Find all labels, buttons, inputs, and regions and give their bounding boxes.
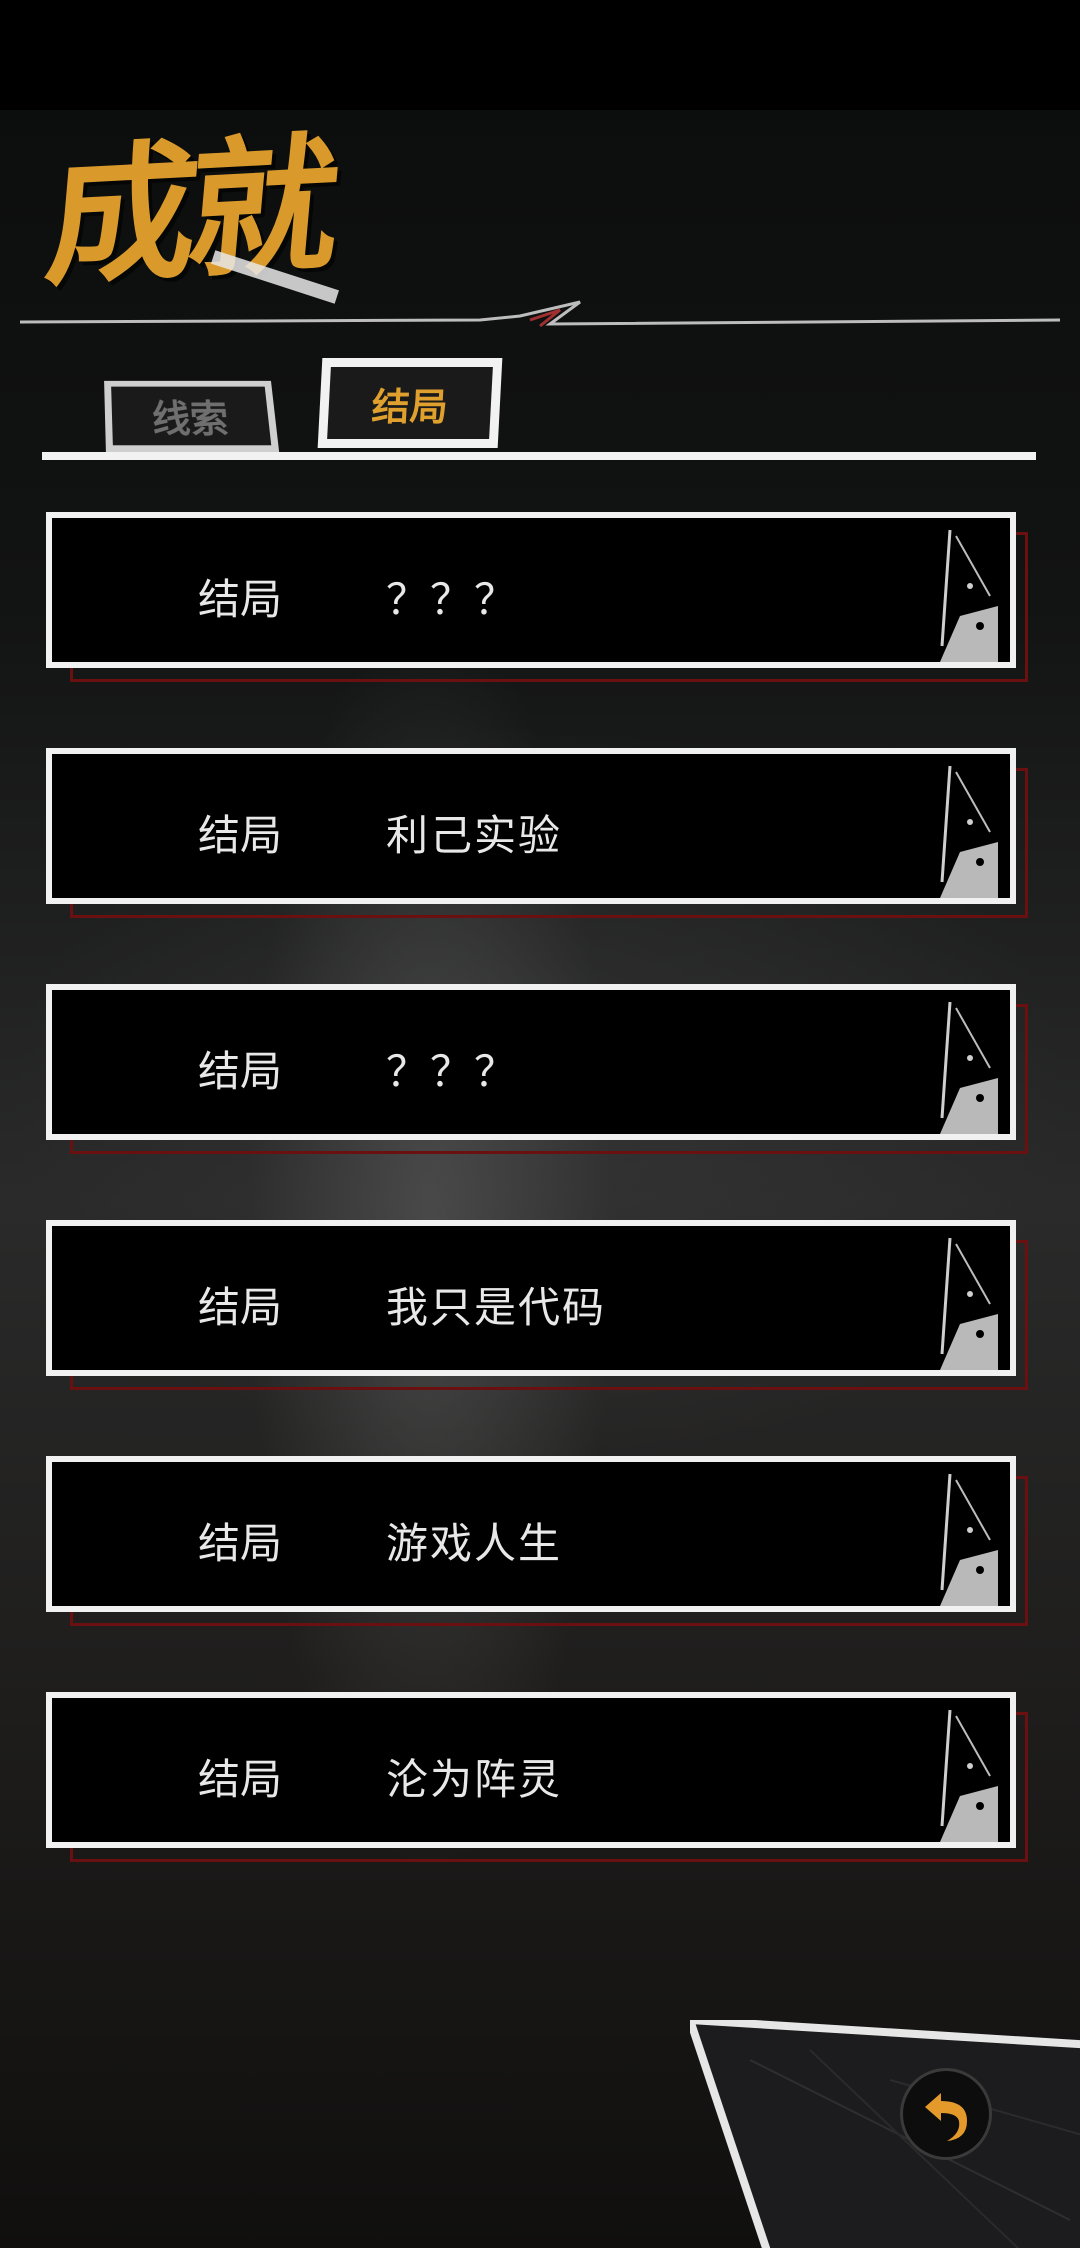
scratch-texture-icon [940,1237,998,1370]
tab-clues-label: 线索 [151,397,231,442]
ending-card-face: 结局 ？？？ [46,512,1016,668]
scratch-texture-icon [940,529,998,662]
ending-card-face: 结局 沦为阵灵 [46,1692,1016,1848]
scratch-texture-icon [940,765,998,898]
tab-endings[interactable]: 结局 [317,358,503,448]
ending-card-name: 沦为阵灵 [386,1755,563,1804]
back-button[interactable] [900,2068,992,2160]
ending-card-name: 利己实验 [386,811,563,860]
scratch-texture-icon [940,1473,998,1606]
ending-card[interactable]: 结局 ？？？ [46,512,1028,682]
ending-card-label: 结局 [198,1519,283,1568]
status-bar [0,0,1080,110]
back-arrow-icon [925,2093,967,2141]
ending-card-label: 结局 [198,1755,283,1804]
ending-card[interactable]: 结局 ？？？ [46,984,1028,1154]
ending-card-face: 结局 我只是代码 [46,1220,1016,1376]
tabs-underline [42,452,1036,460]
ending-card[interactable]: 结局 我只是代码 [46,1220,1028,1390]
tab-endings-label: 结局 [370,384,449,429]
back-button-panel [690,2020,1080,2248]
ending-card-face: 结局 ？？？ [46,984,1016,1140]
header-divider [20,300,1060,328]
scratch-texture-icon [940,1001,998,1134]
ending-card-name: 游戏人生 [386,1519,563,1568]
ending-card-name: 我只是代码 [386,1283,607,1332]
ending-card-face: 结局 游戏人生 [46,1456,1016,1612]
scratch-texture-icon [940,1709,998,1842]
achievements-screen: 成就 线索 结局 结局？？？ 结局 利己实验 结局？？？ 结局 我只是代码 结局 游戏人生 结局… [0,0,1080,2248]
ending-card[interactable]: 结局 沦为阵灵 [46,1692,1028,1862]
ending-card-label: 结局 [198,575,283,624]
ending-card-label: 结局 [198,1283,283,1332]
ending-card-name: ？？？ [386,575,519,624]
tab-clues[interactable]: 线索 [104,380,280,453]
ending-card[interactable]: 结局 游戏人生 [46,1456,1028,1626]
ending-card-face: 结局 利己实验 [46,748,1016,904]
ending-card-label: 结局 [198,1047,283,1096]
ending-card[interactable]: 结局 利己实验 [46,748,1028,918]
ending-card-name: ？？？ [386,1047,519,1096]
ending-card-label: 结局 [198,811,283,860]
